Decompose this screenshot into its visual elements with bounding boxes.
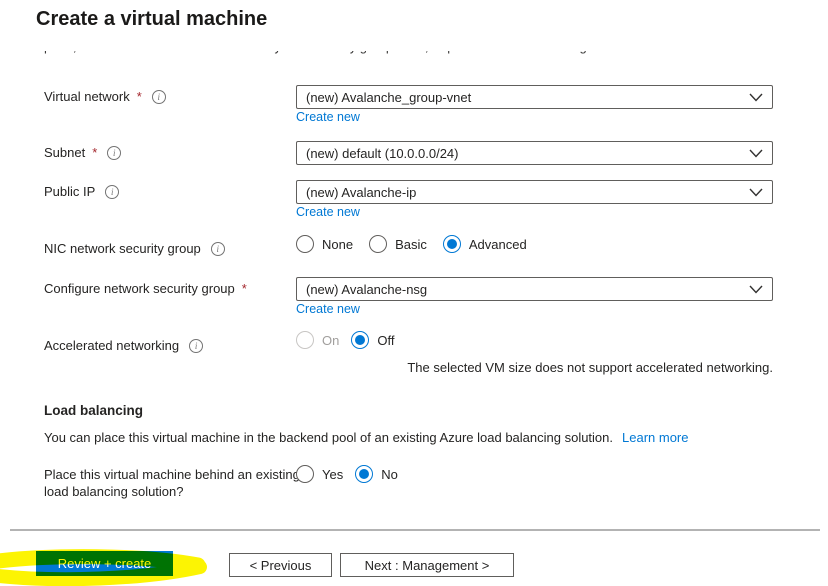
required-asterisk: *: [92, 145, 98, 160]
footer-divider: [10, 529, 820, 531]
radio-icon[interactable]: [296, 465, 314, 483]
configure-nsg-label: Configure network security group *: [44, 281, 247, 296]
info-icon[interactable]: i: [105, 184, 120, 199]
learn-more-link[interactable]: Learn more: [622, 430, 688, 445]
public-ip-create-new-link[interactable]: Create new: [296, 205, 360, 219]
radio-icon-disabled: [296, 331, 314, 349]
subnet-dropdown[interactable]: (new) default (10.0.0.0/24): [296, 141, 773, 165]
radio-icon-selected[interactable]: [351, 331, 370, 349]
required-asterisk: *: [241, 281, 247, 296]
intro-clipped-text: ports, inbound and outbound connectivity…: [44, 51, 764, 58]
radio-icon-selected[interactable]: [355, 465, 374, 483]
configure-nsg-create-new-link[interactable]: Create new: [296, 302, 360, 316]
radio-icon-selected[interactable]: [442, 235, 461, 253]
previous-button[interactable]: < Previous: [229, 553, 332, 577]
radio-option-yes[interactable]: Yes: [296, 465, 343, 483]
create-vm-page: Create a virtual machine ports, inbound …: [0, 0, 828, 586]
radio-option-advanced[interactable]: Advanced: [442, 235, 527, 253]
radio-option-off[interactable]: Off: [351, 331, 394, 349]
info-icon[interactable]: i: [189, 338, 204, 353]
virtual-network-label: Virtual network * i: [44, 89, 166, 104]
info-icon[interactable]: i: [151, 89, 166, 104]
radio-option-on-disabled: On: [296, 331, 339, 349]
nic-nsg-label: NIC network security group i: [44, 241, 225, 256]
required-asterisk: *: [136, 89, 142, 104]
accelerated-networking-label: Accelerated networking i: [44, 338, 204, 353]
radio-option-no[interactable]: No: [355, 465, 398, 483]
configure-nsg-dropdown[interactable]: (new) Avalanche-nsg: [296, 277, 773, 301]
subnet-label: Subnet * i: [44, 145, 122, 160]
info-icon[interactable]: i: [107, 145, 122, 160]
chevron-down-icon: [749, 188, 763, 197]
load-balancing-heading: Load balancing: [44, 403, 144, 418]
chevron-down-icon: [749, 285, 763, 294]
load-balancing-radio-group: Yes No: [296, 465, 414, 483]
radio-option-basic[interactable]: Basic: [369, 235, 427, 253]
chevron-down-icon: [749, 149, 763, 158]
radio-icon[interactable]: [369, 235, 388, 253]
accelerated-networking-radio-group: On Off: [296, 331, 410, 349]
virtual-network-create-new-link[interactable]: Create new: [296, 110, 360, 124]
virtual-network-dropdown[interactable]: (new) Avalanche_group-vnet: [296, 85, 773, 109]
info-icon[interactable]: i: [210, 241, 225, 256]
public-ip-dropdown[interactable]: (new) Avalanche-ip: [296, 180, 773, 204]
accelerated-networking-note: The selected VM size does not support ac…: [407, 360, 773, 375]
nic-nsg-radio-group: None Basic Advanced: [296, 235, 543, 253]
radio-option-none[interactable]: None: [296, 235, 353, 253]
next-management-button[interactable]: Next : Management >: [340, 553, 514, 577]
radio-icon[interactable]: [296, 235, 314, 253]
review-create-button[interactable]: Review + create: [36, 551, 173, 576]
public-ip-label: Public IP i: [44, 184, 120, 199]
page-title: Create a virtual machine: [36, 8, 268, 30]
chevron-down-icon: [749, 93, 763, 102]
load-balancing-question: Place this virtual machine behind an exi…: [44, 467, 300, 499]
load-balancing-description: You can place this virtual machine in th…: [44, 430, 689, 445]
